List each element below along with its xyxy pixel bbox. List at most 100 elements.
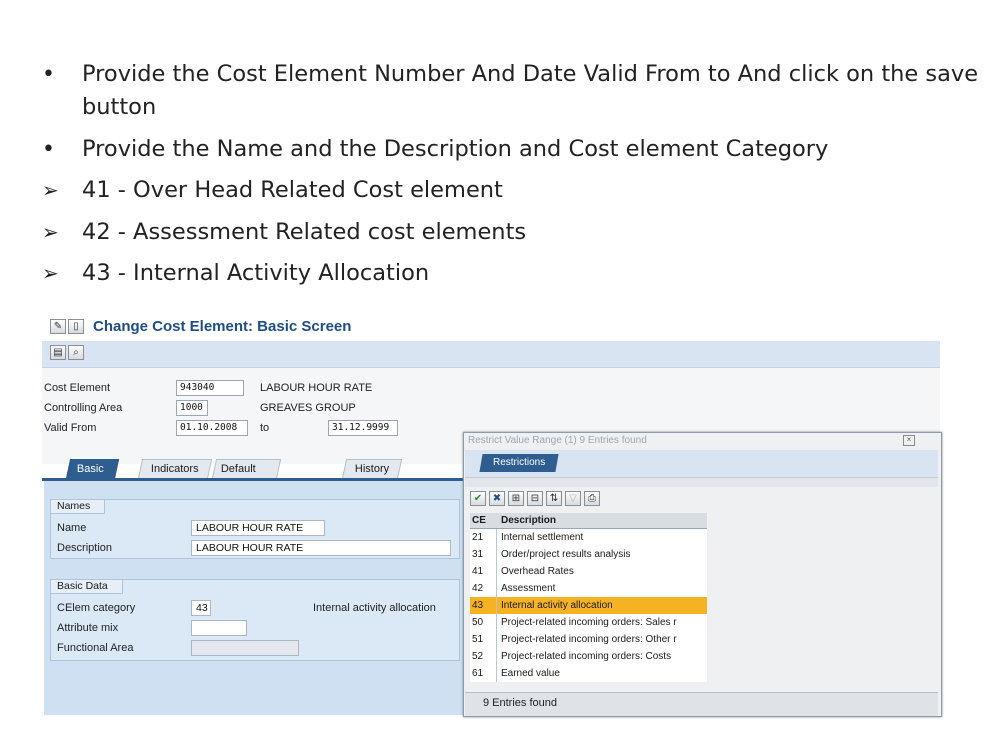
cost-element-text: LABOUR HOUR RATE [260,382,373,394]
table-row[interactable]: 21 Internal settlement [470,529,707,546]
application-toolbar: ▤ ⌕ [42,341,940,368]
bullet-text: Provide the Name and the Description and… [82,136,829,162]
cell-ce: 50 [472,617,484,628]
tab-basic-data[interactable]: Basic Data [65,459,120,494]
cell-description: Project-related incoming orders: Sales r [501,617,677,628]
column-separator [496,614,497,631]
table-header: CE Description [470,513,707,529]
tab-indicators[interactable]: Indicators [137,459,212,479]
column-separator [496,546,497,563]
find-icon[interactable]: ⊞ [508,491,524,506]
column-separator [496,597,497,614]
name-label: Name [57,522,87,534]
cell-description: Assessment [501,583,556,594]
name-field[interactable]: LABOUR HOUR RATE [191,520,325,536]
column-header-ce[interactable]: CE [472,513,486,528]
popup-title: Restrict Value Range (1) 9 Entries found [468,435,647,446]
table-row[interactable]: 61 Earned value [470,665,707,682]
cell-ce: 61 [472,668,484,679]
print-icon[interactable]: ⎙ [584,491,600,506]
controlling-area-label: Controlling Area [44,402,123,414]
attribute-mix-field[interactable] [191,620,247,636]
cost-element-field[interactable]: 943040 [176,380,244,396]
basic-data-panel: Names Name LABOUR HOUR RATE Description … [44,481,465,715]
column-separator [496,665,497,682]
title-icon-group: ✎ ▯ [50,319,84,334]
basic-data-group: Basic Data CElem category 43 Internal ac… [50,579,460,661]
filter-icon: ▽ [565,491,581,506]
cell-description: Order/project results analysis [501,549,631,560]
cell-ce: 51 [472,634,484,645]
bullet-marker: • [42,62,55,87]
controlling-area-text: GREAVES GROUP [260,402,356,414]
sap-window: ✎ ▯ Change Cost Element: Basic Screen ▤ … [42,312,942,717]
cell-description: Project-related incoming orders: Other r [501,634,677,645]
valid-from-label: Valid From [44,422,97,434]
cancel-icon[interactable]: ✖ [489,491,505,506]
cell-ce: 52 [472,651,484,662]
bullet-text: 43 - Internal Activity Allocation [82,260,430,286]
cell-ce: 31 [472,549,484,560]
cell-ce: 43 [472,600,484,611]
table-row[interactable]: 41 Overhead Rates [470,563,707,580]
entries-found-text: 9 Entries found [483,697,557,709]
column-separator [496,631,497,648]
category-field[interactable]: 43 [191,600,211,616]
description-label: Description [57,542,113,554]
table-row[interactable]: 51 Project-related incoming orders: Other… [470,631,707,648]
table-row[interactable]: 31 Order/project results analysis [470,546,707,563]
restrict-value-range-popup: Restrict Value Range (1) 9 Entries found… [463,432,942,717]
bullet-text: 42 - Assessment Related cost elements [82,219,527,245]
valid-to-field[interactable]: 31.12.9999 [328,420,398,436]
group-title: Basic Data [50,579,123,594]
document-icon[interactable]: ▯ [68,319,84,334]
cell-description: Overhead Rates [501,566,574,577]
description-field[interactable]: LABOUR HOUR RATE [191,540,451,556]
bullet-text: 41 - Over Head Related Cost element [82,177,503,203]
column-separator [496,563,497,580]
table-row[interactable]: 43 Internal activity allocation [470,597,707,614]
column-separator [496,529,497,546]
category-text: Internal activity allocation [313,602,436,614]
category-label: CElem category [57,602,136,614]
tab-default-acct-assignment[interactable]: Default Acct Assgnmt [211,459,281,513]
column-separator [496,580,497,597]
group-title: Names [50,499,106,514]
search-icon[interactable]: ⌕ [68,345,84,360]
to-label: to [260,422,270,434]
arrow-marker: ➢ [42,261,59,285]
table-row[interactable]: 50 Project-related incoming orders: Sales… [470,614,707,631]
column-header-description[interactable]: Description [501,513,556,528]
functional-area-label: Functional Area [57,642,134,654]
cell-ce: 21 [472,532,484,543]
tab-history[interactable]: History [341,459,403,479]
popup-toolbar: ✔ ✖ ⊞ ⊟ ⇅ ▽ ⎙ [470,491,600,506]
restrictions-band: Restrictions [465,450,938,477]
master-data-icon[interactable]: ▤ [50,345,66,360]
tab-label: Indicators [150,463,199,475]
close-icon[interactable]: × [903,435,915,446]
names-group: Names Name LABOUR HOUR RATE Description … [50,499,460,559]
cell-ce: 42 [472,583,484,594]
cell-description: Internal activity allocation [501,600,613,611]
splitter-bar[interactable] [465,477,938,487]
tab-label: Restrictions [493,457,546,468]
screen-title: Change Cost Element: Basic Screen [93,318,352,335]
tab-restrictions[interactable]: Restrictions [479,454,559,472]
cost-element-label: Cost Element [44,382,111,394]
bullet-text: Provide the Cost Element Number And Date… [82,61,979,120]
controlling-area-field[interactable]: 1000 [176,400,208,416]
valid-from-field[interactable]: 01.10.2008 [176,420,248,436]
cell-description: Project-related incoming orders: Costs [501,651,672,662]
table-row[interactable]: 42 Assessment [470,580,707,597]
arrow-marker: ➢ [42,178,59,202]
table-row[interactable]: 52 Project-related incoming orders: Costs [470,648,707,665]
sort-icon[interactable]: ⇅ [546,491,562,506]
display-change-icon[interactable]: ✎ [50,319,66,334]
checkmark-icon[interactable]: ✔ [470,491,486,506]
popup-footer: 9 Entries found [465,692,938,716]
arrow-marker: ➢ [42,220,59,244]
cell-description: Internal settlement [501,532,584,543]
find-next-icon[interactable]: ⊟ [527,491,543,506]
bullet-marker: • [42,137,55,162]
